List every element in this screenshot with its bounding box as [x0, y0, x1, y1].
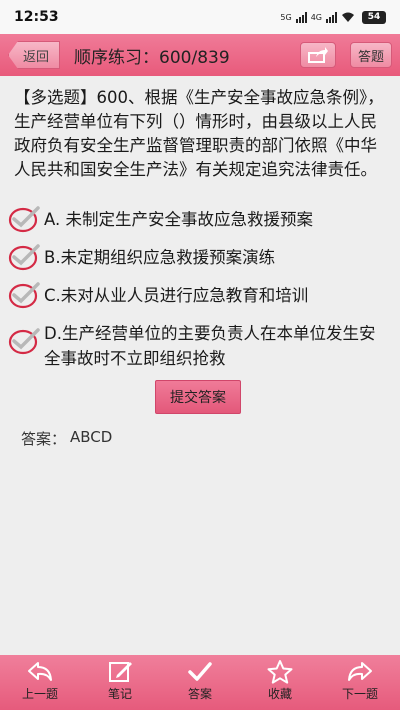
- share-icon: [307, 47, 328, 63]
- note-edit-icon: [109, 662, 132, 682]
- question-text: 【多选题】600、根据《生产安全事故应急条例》，生产经营单位有下列（）情形时，由…: [14, 88, 384, 179]
- arrow-left-icon: [28, 662, 52, 681]
- option-d[interactable]: D.生产经营单位的主要负责人在本单位发生安全事故时不立即组织抢救: [8, 321, 392, 371]
- wifi-icon: [342, 12, 354, 22]
- network-label-2: 4G: [310, 12, 322, 22]
- bottom-nav: 上一题 笔记 答案 收藏 下一题: [0, 655, 400, 710]
- nav-favorite-label: 收藏: [267, 687, 292, 701]
- nav-favorite[interactable]: 收藏: [240, 655, 320, 710]
- arrow-right-icon: [348, 662, 372, 681]
- share-button[interactable]: [299, 42, 336, 68]
- nav-next-question[interactable]: 下一题: [320, 655, 400, 710]
- nav-answer[interactable]: 答案: [160, 655, 240, 710]
- option-b[interactable]: B.未定期组织应急救援预案演练: [8, 242, 392, 272]
- checkbox-checked-icon[interactable]: [8, 280, 40, 310]
- checkbox-checked-icon[interactable]: [8, 242, 40, 272]
- answer-mode-button[interactable]: 答题: [349, 42, 392, 68]
- answer-result: 答案： ABCD: [21, 428, 112, 449]
- signal-icon-2: [326, 11, 337, 23]
- network-label-1: 5G: [280, 12, 292, 22]
- status-time: 12:53: [14, 9, 59, 25]
- signal-icon: [295, 11, 307, 23]
- checkmark-icon: [188, 662, 212, 681]
- back-button[interactable]: 返回: [8, 41, 61, 69]
- option-d-text: D.生产经营单位的主要负责人在本单位发生安全事故时不立即组织抢救: [44, 324, 376, 368]
- status-icons: 5G 4G 54: [280, 10, 386, 24]
- option-a-text: A. 未制定生产安全事故应急救援预案: [44, 210, 313, 229]
- checkbox-checked-icon[interactable]: [8, 204, 40, 234]
- nav-notes[interactable]: 笔记: [80, 655, 160, 710]
- option-c[interactable]: C.未对从业人员进行应急教育和培训: [8, 280, 392, 310]
- option-b-text: B.未定期组织应急救援预案演练: [44, 248, 276, 267]
- status-bar: 12:53 5G 4G 54: [0, 0, 400, 34]
- star-icon: [267, 660, 293, 684]
- nav-prev-question[interactable]: 上一题: [0, 655, 80, 710]
- battery-indicator: 54: [362, 10, 386, 24]
- nav-prev-label: 上一题: [21, 687, 58, 701]
- nav-notes-label: 笔记: [107, 687, 132, 701]
- checkbox-checked-icon[interactable]: [8, 326, 40, 356]
- answer-value: ABCD: [70, 428, 113, 446]
- answer-label: 答案：: [21, 430, 67, 448]
- submit-answer-button[interactable]: 提交答案: [155, 380, 241, 414]
- option-a[interactable]: A. 未制定生产安全事故应急救援预案: [8, 204, 392, 234]
- nav-answer-label: 答案: [187, 687, 212, 701]
- header-bar: 返回 顺序练习：600/839 答题: [0, 34, 400, 76]
- nav-next-label: 下一题: [341, 687, 378, 701]
- option-c-text: C.未对从业人员进行应急教育和培训: [44, 286, 309, 305]
- page-title: 顺序练习：600/839: [74, 47, 230, 68]
